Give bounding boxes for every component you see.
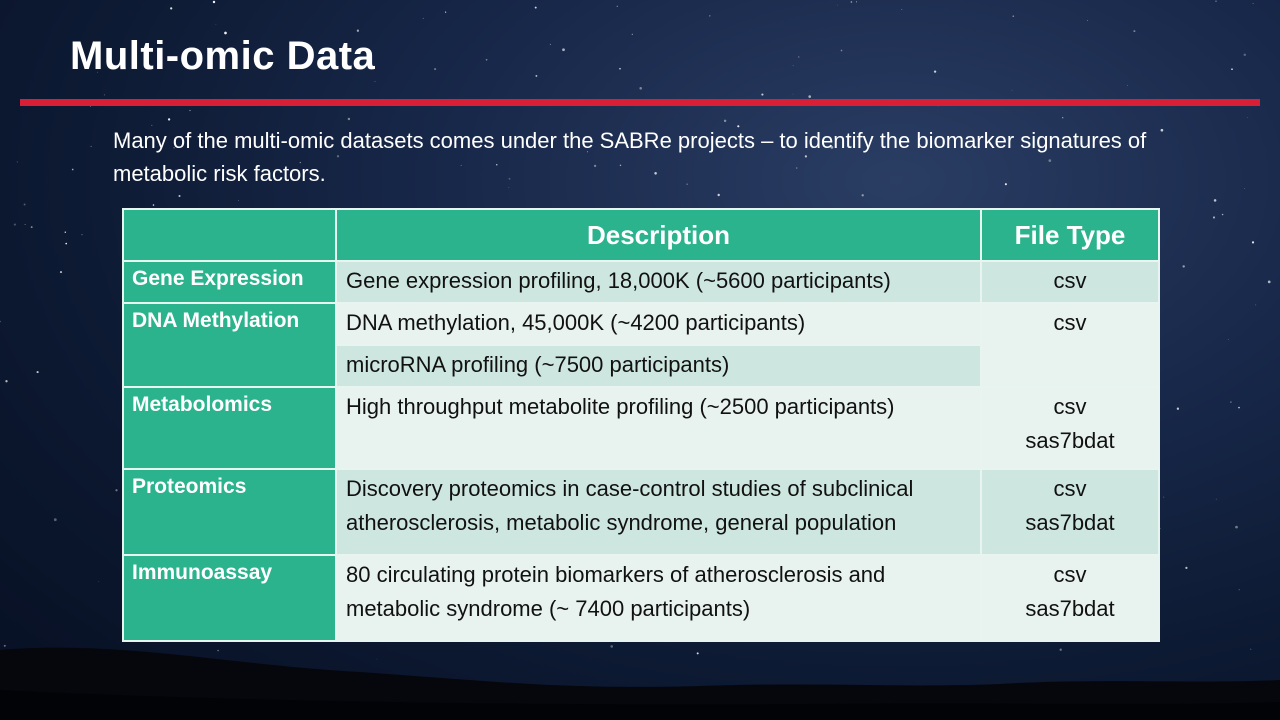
row-file-type: csv sas7bdat xyxy=(980,468,1160,556)
file-type-value: csv xyxy=(1053,394,1087,419)
table-row: Metabolomics High throughput metabolite … xyxy=(122,386,1160,470)
header-description: Description xyxy=(335,208,982,262)
file-type-value: sas7bdat xyxy=(1025,596,1115,621)
header-file-type: File Type xyxy=(980,208,1160,262)
description-line: Gene expression profiling, 18,000K (~560… xyxy=(346,268,891,293)
row-file-type: csv xyxy=(980,260,1160,304)
row-file-type: csv sas7bdat xyxy=(980,386,1160,470)
file-type-value: sas7bdat xyxy=(1025,428,1115,453)
description-line: Discovery proteomics in case-control stu… xyxy=(346,476,914,535)
table-row: Proteomics Discovery proteomics in case-… xyxy=(122,468,1160,556)
omics-data-table: Description File Type Gene Expression Ge… xyxy=(122,208,1160,642)
table-row: Gene Expression Gene expression profilin… xyxy=(122,260,1160,304)
row-description: microRNA profiling (~7500 participants) xyxy=(335,344,982,388)
description-line: DNA methylation, 45,000K (~4200 particip… xyxy=(346,310,806,335)
row-category: Metabolomics xyxy=(122,386,337,470)
row-file-type: csv sas7bdat xyxy=(980,554,1160,642)
row-description: DNA methylation, 45,000K (~4200 particip… xyxy=(335,302,982,346)
row-category: Gene Expression xyxy=(122,260,337,304)
table-row: DNA Methylation DNA methylation, 45,000K… xyxy=(122,302,1160,388)
file-type-value: sas7bdat xyxy=(1025,510,1115,535)
row-category: DNA Methylation xyxy=(122,302,337,388)
file-type-value: csv xyxy=(1053,562,1087,587)
description-line: High throughput metabolite profiling (~2… xyxy=(346,394,895,419)
row-description: Gene expression profiling, 18,000K (~560… xyxy=(335,260,982,304)
table-row: Immunoassay 80 circulating protein bioma… xyxy=(122,554,1160,642)
table-header-row: Description File Type xyxy=(122,208,1160,262)
row-description: Discovery proteomics in case-control stu… xyxy=(335,468,982,556)
row-description: High throughput metabolite profiling (~2… xyxy=(335,386,982,470)
header-category xyxy=(122,208,337,262)
row-category: Immunoassay xyxy=(122,554,337,642)
title-divider xyxy=(20,99,1260,106)
file-type-value: csv xyxy=(1053,476,1087,501)
row-category: Proteomics xyxy=(122,468,337,556)
intro-text: Many of the multi-omic datasets comes un… xyxy=(113,128,1147,186)
description-line: microRNA profiling (~7500 participants) xyxy=(346,352,730,377)
row-description: 80 circulating protein biomarkers of ath… xyxy=(335,554,982,642)
row-file-type: csv xyxy=(980,302,1160,388)
description-line: 80 circulating protein biomarkers of ath… xyxy=(346,562,886,621)
file-type-value: csv xyxy=(1053,268,1087,293)
slide-title: Multi-omic Data xyxy=(70,34,376,78)
file-type-value: csv xyxy=(1053,310,1087,335)
